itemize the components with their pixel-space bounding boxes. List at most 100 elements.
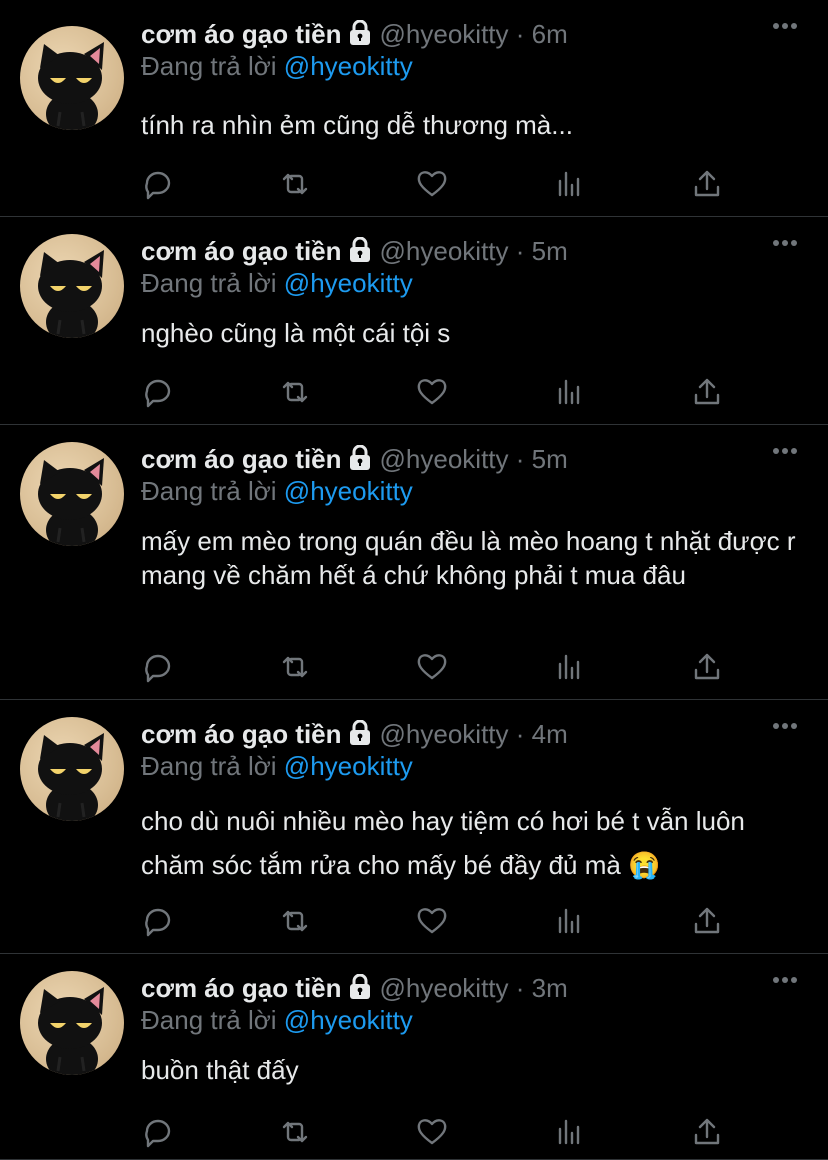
tweet-header: cơm áo gạo tiền @hyeokitty · 3m (141, 972, 808, 1004)
tweet-text-block: buồn thật đấy (141, 1053, 801, 1087)
reply-icon[interactable] (141, 1115, 175, 1149)
crying-emoji: 😭 (628, 850, 661, 880)
handle[interactable]: @hyeokitty (380, 236, 509, 266)
retweet-icon[interactable] (278, 904, 312, 938)
reply-prefix: Đang trả lời (141, 476, 277, 506)
share-icon[interactable] (690, 650, 724, 684)
reply-to-link[interactable]: @hyeokitty (284, 268, 413, 298)
reply-icon[interactable] (141, 167, 175, 201)
timestamp[interactable]: 5m (532, 236, 568, 266)
handle[interactable]: @hyeokitty (380, 19, 509, 49)
tweet-text: mấy em mèo trong quán đều là mèo hoang t… (141, 526, 796, 590)
tweet-text: tính ra nhìn ẻm cũng dễ thương mà... (141, 110, 573, 140)
analytics-icon[interactable] (553, 1115, 587, 1149)
reply-icon[interactable] (141, 375, 175, 409)
handle[interactable]: @hyeokitty (380, 719, 509, 749)
more-icon[interactable] (772, 239, 798, 247)
reply-to-link[interactable]: @hyeokitty (284, 51, 413, 81)
reply-context: Đang trả lời @hyeokitty (141, 475, 413, 507)
retweet-icon[interactable] (278, 650, 312, 684)
share-icon[interactable] (690, 904, 724, 938)
retweet-icon[interactable] (278, 1115, 312, 1149)
like-icon[interactable] (415, 375, 449, 409)
separator-dot: · (515, 236, 525, 266)
separator-dot: · (515, 719, 525, 749)
display-name[interactable]: cơm áo gạo tiền (141, 973, 342, 1003)
tweet[interactable]: cơm áo gạo tiền @hyeokitty · 5m Đang trả… (0, 217, 828, 425)
timestamp[interactable]: 3m (532, 973, 568, 1003)
reply-icon[interactable] (141, 650, 175, 684)
cat-avatar (38, 987, 104, 1075)
reply-prefix: Đang trả lời (141, 1005, 277, 1035)
tweet-actions (141, 167, 731, 201)
tweet-actions (141, 1115, 731, 1149)
tweet[interactable]: cơm áo gạo tiền @hyeokitty · 5m Đang trả… (0, 425, 828, 700)
timestamp[interactable]: 6m (532, 19, 568, 49)
tweet-header: cơm áo gạo tiền @hyeokitty · 5m (141, 443, 808, 475)
display-name[interactable]: cơm áo gạo tiền (141, 19, 342, 49)
like-icon[interactable] (415, 904, 449, 938)
more-icon[interactable] (772, 22, 798, 30)
reply-to-link[interactable]: @hyeokitty (284, 476, 413, 506)
reply-prefix: Đang trả lời (141, 751, 277, 781)
tweet[interactable]: cơm áo gạo tiền @hyeokitty · 3m Đang trả… (0, 954, 828, 1160)
cat-avatar (38, 250, 104, 338)
like-icon[interactable] (415, 650, 449, 684)
cat-avatar (38, 458, 104, 546)
display-name[interactable]: cơm áo gạo tiền (141, 444, 342, 474)
more-icon[interactable] (772, 976, 798, 984)
timestamp[interactable]: 5m (532, 444, 568, 474)
tweet-text-block: nghèo cũng là một cái tội s (141, 316, 801, 350)
avatar[interactable] (20, 442, 124, 546)
handle[interactable]: @hyeokitty (380, 444, 509, 474)
reply-to-link[interactable]: @hyeokitty (284, 751, 413, 781)
avatar[interactable] (20, 234, 124, 338)
tweet-text-block: mấy em mèo trong quán đều là mèo hoang t… (141, 524, 801, 592)
retweet-icon[interactable] (278, 167, 312, 201)
tweet[interactable]: cơm áo gạo tiền @hyeokitty · 4m Đang trả… (0, 700, 828, 954)
reply-context: Đang trả lời @hyeokitty (141, 1004, 413, 1036)
reply-to-link[interactable]: @hyeokitty (284, 1005, 413, 1035)
like-icon[interactable] (415, 167, 449, 201)
handle[interactable]: @hyeokitty (380, 973, 509, 1003)
reply-prefix: Đang trả lời (141, 51, 277, 81)
avatar[interactable] (20, 717, 124, 821)
cat-avatar (38, 733, 104, 821)
more-icon[interactable] (772, 722, 798, 730)
analytics-icon[interactable] (553, 375, 587, 409)
tweet-text: buồn thật đấy (141, 1055, 299, 1085)
tweet-text-block: tính ra nhìn ẻm cũng dễ thương mà... (141, 108, 801, 142)
analytics-icon[interactable] (553, 904, 587, 938)
tweet-header: cơm áo gạo tiền @hyeokitty · 4m (141, 718, 808, 750)
lock-icon (349, 974, 370, 999)
tweet-actions (141, 904, 731, 938)
tweet-actions (141, 650, 731, 684)
reply-context: Đang trả lời @hyeokitty (141, 267, 413, 299)
reply-prefix: Đang trả lời (141, 268, 277, 298)
share-icon[interactable] (690, 1115, 724, 1149)
tweet-actions (141, 375, 731, 409)
display-name[interactable]: cơm áo gạo tiền (141, 236, 342, 266)
share-icon[interactable] (690, 375, 724, 409)
reply-icon[interactable] (141, 904, 175, 938)
share-icon[interactable] (690, 167, 724, 201)
tweet-text: nghèo cũng là một cái tội s (141, 318, 451, 348)
analytics-icon[interactable] (553, 650, 587, 684)
more-icon[interactable] (772, 447, 798, 455)
tweet-header: cơm áo gạo tiền @hyeokitty · 6m (141, 18, 808, 50)
lock-icon (349, 720, 370, 745)
tweet[interactable]: cơm áo gạo tiền @hyeokitty · 6m Đang trả… (0, 0, 828, 217)
like-icon[interactable] (415, 1115, 449, 1149)
separator-dot: · (515, 19, 525, 49)
avatar[interactable] (20, 971, 124, 1075)
lock-icon (349, 445, 370, 470)
timestamp[interactable]: 4m (532, 719, 568, 749)
reply-context: Đang trả lời @hyeokitty (141, 750, 413, 782)
retweet-icon[interactable] (278, 375, 312, 409)
reply-context: Đang trả lời @hyeokitty (141, 50, 413, 82)
display-name[interactable]: cơm áo gạo tiền (141, 719, 342, 749)
cat-avatar (38, 42, 104, 130)
analytics-icon[interactable] (553, 167, 587, 201)
avatar[interactable] (20, 26, 124, 130)
separator-dot: · (515, 973, 525, 1003)
